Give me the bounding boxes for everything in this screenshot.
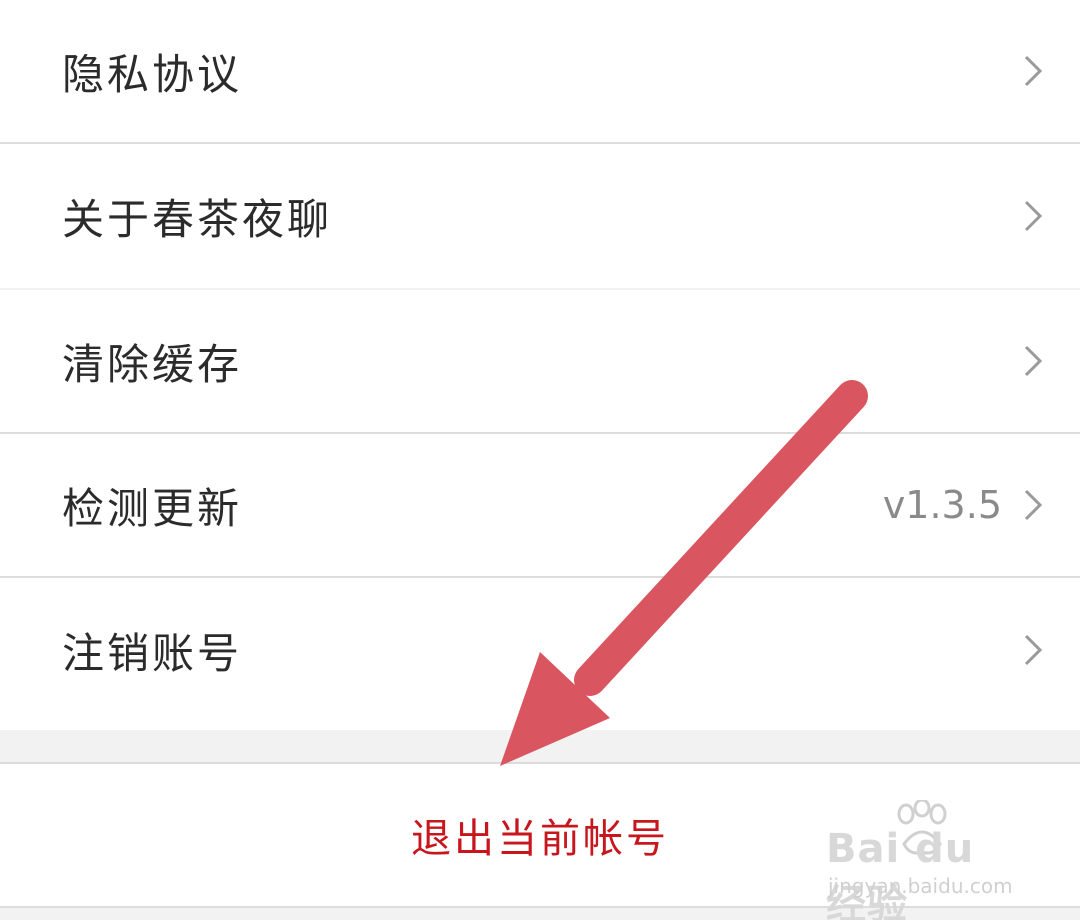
logout-section: 退出当前帐号 — [0, 762, 1080, 908]
cancel-account-label: 注销账号 — [62, 628, 243, 678]
chevron-right-icon — [1024, 489, 1043, 521]
chevron-right-icon — [1024, 345, 1043, 377]
check-update-item[interactable]: 检测更新 v1.3.5 — [0, 434, 1080, 578]
logout-button[interactable]: 退出当前帐号 — [0, 764, 1080, 906]
settings-group-system: 清除缓存 检测更新 v1.3.5 注销账号 — [0, 290, 1080, 730]
clear-cache-label: 清除缓存 — [62, 339, 243, 389]
cancel-account-item[interactable]: 注销账号 — [0, 578, 1080, 722]
chevron-right-icon — [1024, 200, 1043, 232]
about-label: 关于春茶夜聊 — [62, 194, 333, 244]
privacy-policy-item[interactable]: 隐私协议 — [0, 0, 1080, 144]
clear-cache-item[interactable]: 清除缓存 — [0, 290, 1080, 434]
version-value: v1.3.5 — [882, 483, 1002, 527]
chevron-right-icon — [1024, 55, 1043, 87]
settings-group-about: 隐私协议 关于春茶夜聊 — [0, 0, 1080, 288]
settings-screen: 隐私协议 关于春茶夜聊 清除缓存 检测更新 v1.3.5 注销账号 退出当前帐号 — [0, 0, 1080, 920]
privacy-policy-label: 隐私协议 — [62, 49, 243, 99]
chevron-right-icon — [1024, 634, 1043, 666]
about-item[interactable]: 关于春茶夜聊 — [0, 144, 1080, 288]
check-update-label: 检测更新 — [62, 483, 243, 533]
